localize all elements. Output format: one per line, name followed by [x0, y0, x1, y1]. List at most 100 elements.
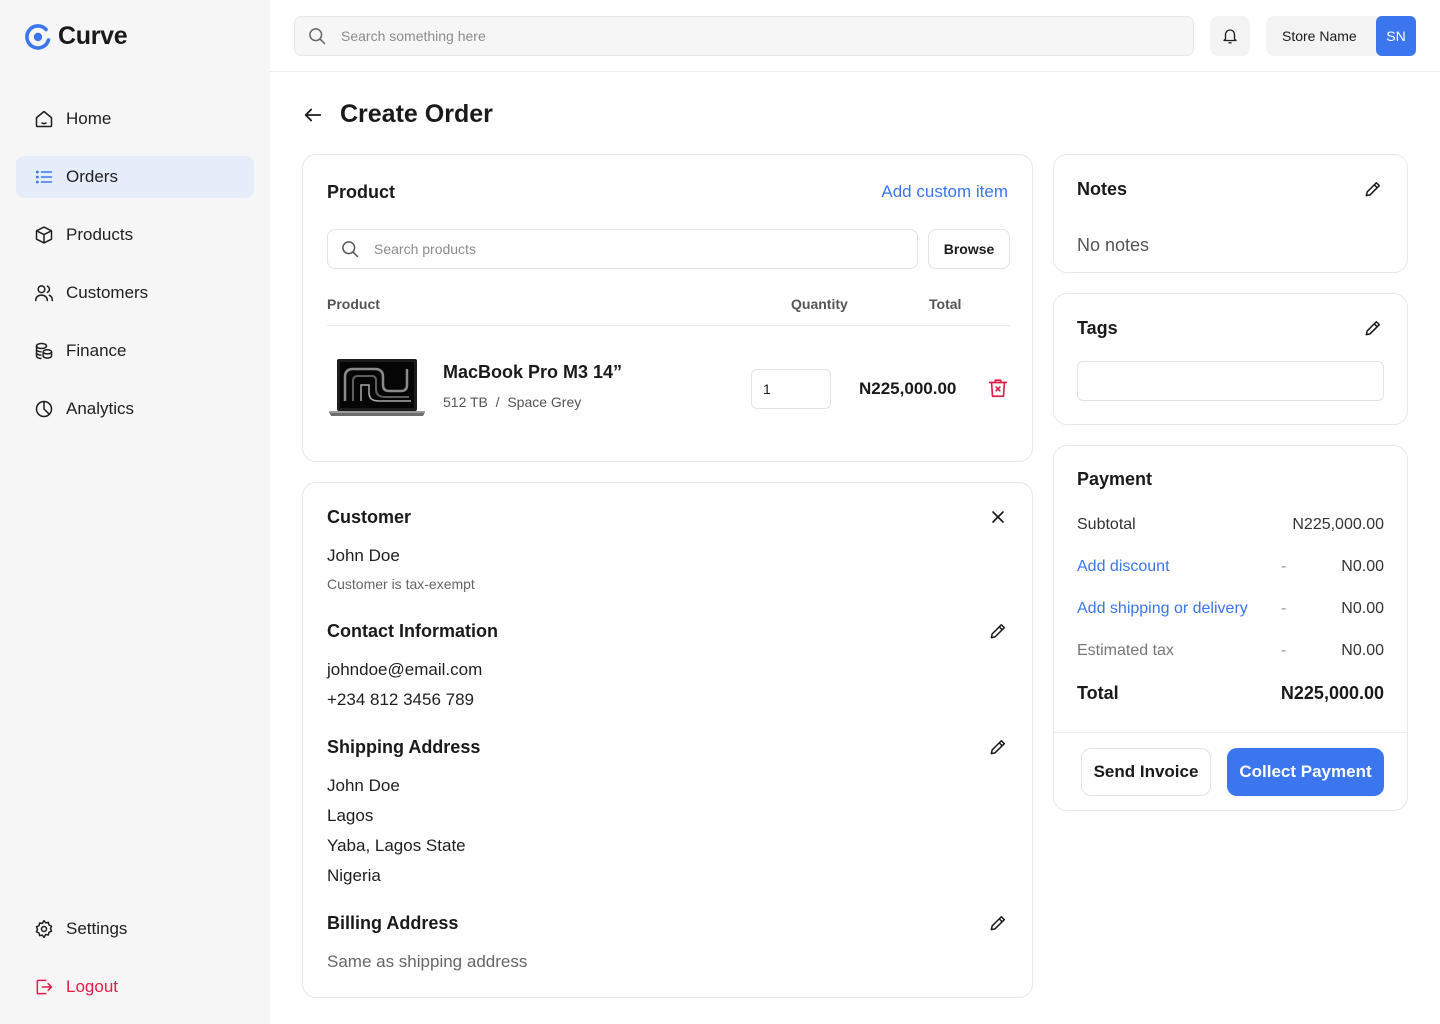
tags-card: Tags	[1053, 293, 1408, 425]
sidebar-item-analytics[interactable]: Analytics	[16, 388, 254, 430]
avatar: SN	[1376, 16, 1416, 56]
payment-title: Payment	[1077, 469, 1153, 489]
discount-row: Add discount - N0.00	[1077, 558, 1384, 580]
subtotal-label: Subtotal	[1077, 516, 1136, 533]
browse-button[interactable]: Browse	[928, 229, 1010, 269]
product-card: Product Add custom item Browse Product Q…	[302, 154, 1033, 462]
column-header-product: Product	[327, 296, 380, 312]
pie-chart-icon	[35, 400, 53, 418]
notifications-button[interactable]	[1210, 16, 1250, 56]
send-invoice-button[interactable]: Send Invoice	[1081, 748, 1211, 796]
tags-input[interactable]	[1077, 361, 1384, 401]
back-arrow-icon[interactable]	[302, 104, 324, 126]
sidebar-item-products[interactable]: Products	[16, 214, 254, 256]
store-switcher[interactable]: Store Name SN	[1266, 16, 1416, 56]
product-section-title: Product	[327, 182, 396, 202]
pencil-icon[interactable]	[988, 621, 1008, 641]
sidebar-item-label: Orders	[66, 167, 118, 186]
add-discount-link[interactable]: Add discount	[1077, 558, 1170, 576]
contact-email: johndoe@email.com	[327, 660, 483, 679]
sidebar-item-home[interactable]: Home	[16, 98, 254, 140]
topbar: Store Name SN	[270, 0, 1440, 72]
contact-title: Contact Information	[327, 621, 498, 641]
total-row: Total N225,000.00	[1077, 683, 1384, 705]
total-label: Total	[1077, 683, 1119, 703]
trash-icon[interactable]	[987, 377, 1009, 399]
shipping-dash: -	[1281, 600, 1287, 617]
pencil-icon[interactable]	[988, 913, 1008, 933]
line-total: N225,000.00	[859, 379, 957, 398]
total-value: N225,000.00	[1280, 683, 1384, 703]
sidebar-item-orders[interactable]: Orders	[16, 156, 254, 198]
payment-card: Payment Subtotal N225,000.00 Add discoun…	[1053, 445, 1408, 811]
sidebar-item-logout[interactable]: Logout	[16, 966, 254, 1008]
sidebar-item-customers[interactable]: Customers	[16, 272, 254, 314]
tags-title: Tags	[1077, 318, 1118, 338]
sidebar-item-label: Analytics	[66, 399, 135, 418]
customer-card: Customer John Doe Customer is tax-exempt…	[302, 482, 1033, 998]
product-name: MacBook Pro M3 14”	[443, 362, 623, 382]
customer-title: Customer	[327, 507, 412, 527]
shipping-line: Lagos	[327, 806, 374, 825]
shipping-line: Yaba, Lagos State	[327, 836, 466, 855]
page-header: Create Order	[302, 100, 493, 129]
search-input[interactable]	[341, 28, 1161, 44]
contact-phone: +234 812 3456 789	[327, 690, 475, 709]
sidebar-item-label: Logout	[66, 977, 118, 996]
pencil-icon[interactable]	[1363, 318, 1383, 338]
app-name: Curve	[58, 22, 128, 50]
payment-divider	[1054, 732, 1407, 733]
users-icon	[34, 285, 54, 302]
close-icon[interactable]	[988, 507, 1008, 527]
search-icon	[342, 241, 359, 258]
tax-value: N0.00	[1341, 642, 1384, 659]
product-thumbnail	[329, 359, 425, 416]
page-title: Create Order	[340, 100, 493, 128]
sidebar-item-label: Settings	[66, 919, 128, 938]
home-icon	[35, 110, 53, 128]
shipping-value: N0.00	[1341, 600, 1384, 617]
sidebar-bottom: Settings Logout	[16, 908, 254, 1024]
notes-card: Notes No notes	[1053, 154, 1408, 273]
shipping-title: Shipping Address	[327, 737, 481, 757]
curve-logo-icon	[25, 23, 51, 50]
pencil-icon[interactable]	[988, 737, 1008, 757]
list-icon	[35, 170, 53, 184]
add-shipping-link[interactable]: Add shipping or delivery	[1077, 600, 1248, 618]
billing-title: Billing Address	[327, 913, 459, 933]
shipping-line: Nigeria	[327, 866, 381, 885]
sidebar-item-label: Home	[66, 109, 112, 128]
sidebar-item-label: Finance	[66, 341, 127, 360]
tax-row: Estimated tax - N0.00	[1077, 642, 1384, 664]
discount-dash: -	[1281, 558, 1287, 575]
discount-value: N0.00	[1341, 558, 1384, 575]
global-search[interactable]	[294, 16, 1194, 56]
table-divider	[327, 325, 1010, 326]
column-header-total: Total	[929, 296, 962, 312]
collect-payment-button[interactable]: Collect Payment	[1227, 748, 1384, 796]
shipping-row: Add shipping or delivery - N0.00	[1077, 600, 1384, 622]
sidebar-item-settings[interactable]: Settings	[16, 908, 254, 950]
product-search[interactable]	[327, 229, 918, 269]
product-variant: 512 TB / Space Grey	[443, 394, 582, 410]
subtotal-value: N225,000.00	[1292, 516, 1384, 533]
notes-value: No notes	[1077, 235, 1150, 255]
tax-label: Estimated tax	[1077, 642, 1174, 659]
bell-icon	[1223, 29, 1237, 44]
sidebar: Curve Home Orders Products Customers Fin…	[0, 0, 270, 1024]
sidebar-item-label: Customers	[66, 283, 149, 302]
coins-icon	[35, 342, 53, 360]
sidebar-item-label: Products	[66, 225, 134, 244]
box-icon	[35, 226, 53, 244]
quantity-input[interactable]	[751, 369, 831, 409]
tax-exempt-note: Customer is tax-exempt	[327, 576, 475, 592]
sidebar-item-finance[interactable]: Finance	[16, 330, 254, 372]
subtotal-row: Subtotal N225,000.00	[1077, 516, 1384, 538]
shipping-line: John Doe	[327, 776, 400, 795]
add-custom-item-link[interactable]: Add custom item	[881, 182, 1008, 202]
logo[interactable]: Curve	[24, 22, 128, 51]
notes-title: Notes	[1077, 179, 1128, 199]
pencil-icon[interactable]	[1363, 179, 1383, 199]
product-search-input[interactable]	[374, 241, 874, 257]
sidebar-nav: Home Orders Products Customers Finance A…	[16, 98, 254, 446]
